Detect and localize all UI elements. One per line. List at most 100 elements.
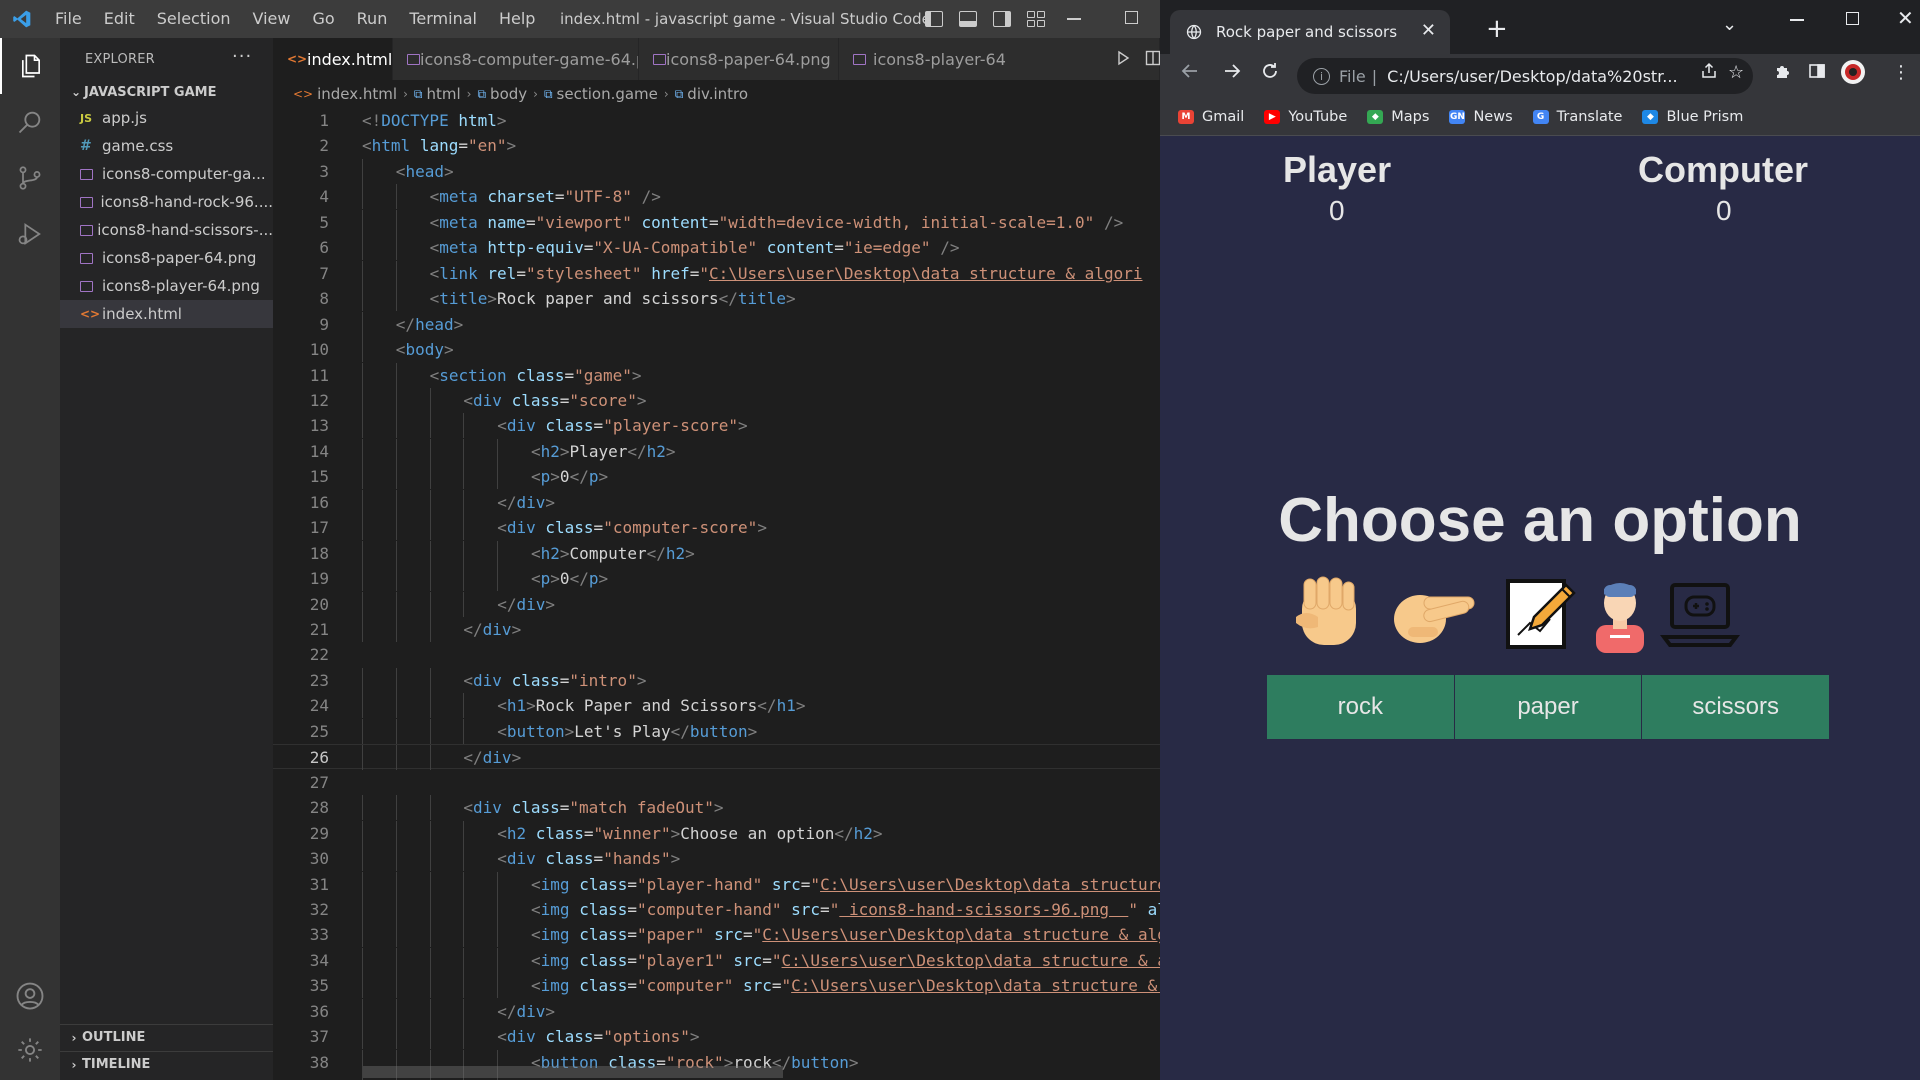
code-token: Computer [569,543,647,563]
menu-selection[interactable]: Selection [146,0,242,38]
code-token: title [737,289,787,309]
breadcrumb-item[interactable]: body [490,85,527,103]
code-line: 16 </div> [273,489,1160,515]
maximize-icon[interactable] [1125,11,1138,24]
file-item[interactable]: icons8-paper-64.png [60,244,273,272]
explorer-more-actions-button[interactable]: ··· [232,46,252,67]
new-tab-button[interactable]: + [1486,14,1508,44]
bookmark-item[interactable]: M Gmail [1178,109,1244,125]
forward-arrow-icon[interactable] [1222,61,1242,87]
profile-avatar[interactable] [1840,59,1866,90]
bookmark-star-icon[interactable]: ☆ [1728,62,1744,83]
code-token: "X-UA-Compatible" [593,238,758,258]
extensions-icon[interactable] [1774,62,1792,85]
bookmark-item[interactable]: G Translate [1532,109,1622,125]
line-number: 12 [309,390,329,410]
timeline-section[interactable]: › TIMELINE [60,1051,273,1077]
share-icon[interactable] [1700,62,1718,85]
indent-guide [395,209,397,235]
search-icon[interactable] [0,94,60,150]
toggle-panel-icon[interactable] [959,11,977,27]
editor-tab[interactable]: icons8-paper-64.png [639,38,839,80]
breadcrumb-item[interactable]: div.intro [687,85,748,103]
code-token: = [742,925,753,945]
indent-guide [362,718,363,744]
file-item[interactable]: # game.css [60,132,273,160]
menu-terminal[interactable]: Terminal [398,0,488,38]
side-panel-icon[interactable] [1808,62,1826,85]
chevron-right-icon: › [71,1057,77,1072]
chevron-right-icon: › [403,87,408,101]
file-item[interactable]: JS app.js [60,104,273,132]
menu-help[interactable]: Help [488,0,546,38]
toggle-secondary-sidebar-icon[interactable] [993,11,1011,27]
code-token: src [791,899,821,919]
line-number: 7 [319,263,329,283]
code-text: <meta name="viewport" content="width=dev… [430,210,1124,235]
code-token: > [598,467,609,487]
workspace-folder[interactable]: ⌄ JAVASCRIPT GAME [60,80,273,104]
browser-tab[interactable]: Rock paper and scissors ✕ [1170,10,1450,54]
code-text: <div class="intro"> [463,668,646,693]
file-item[interactable]: icons8-computer-ga... [60,160,273,188]
editor-tab[interactable]: icons8-computer-game-64.png [393,38,639,80]
menu-run[interactable]: Run [346,0,399,38]
minimize-icon[interactable] [1067,18,1081,20]
paper-button[interactable]: paper [1454,675,1642,739]
accounts-icon[interactable] [0,968,60,1024]
settings-gear-icon[interactable] [0,1022,60,1078]
code-token: img [540,874,570,894]
code-token: h1 [506,696,527,716]
bookmark-item[interactable]: ◆ Maps [1367,109,1429,125]
menu-edit[interactable]: Edit [93,0,146,38]
customize-layout-icon[interactable] [1027,11,1045,27]
scissors-button[interactable]: scissors [1642,675,1830,739]
horizontal-scrollbar[interactable] [363,1066,783,1078]
source-control-icon[interactable] [0,150,60,206]
tab-search-chevron-icon[interactable]: ⌄ [1722,14,1737,35]
editor-tab[interactable]: icons8-player-64 [839,38,1160,80]
code-token: div [473,670,502,690]
rock-button[interactable]: rock [1267,675,1454,739]
code-token: = [627,925,637,945]
code-token: "winner" [593,823,671,843]
file-item[interactable]: icons8-player-64.png [60,272,273,300]
breadcrumb-item[interactable]: section.game [557,85,658,103]
chrome-close-icon[interactable]: ✕ [1897,6,1914,30]
outline-section[interactable]: › OUTLINE [60,1024,273,1050]
code-token: button [506,721,565,741]
site-info-icon[interactable]: i [1313,67,1330,85]
file-item[interactable]: <> index.html [60,300,273,328]
bookmark-item[interactable]: ◆ Blue Prism [1642,109,1743,125]
code-token: http-equiv [487,238,584,258]
menu-view[interactable]: View [242,0,302,38]
indent-guide [362,158,363,184]
code-editor[interactable]: 1 <!DOCTYPE html> 2 <html lang="en"> 3 <head>… [273,108,1160,1080]
menu-file[interactable]: File [44,0,93,38]
breadcrumb-item[interactable]: index.html [317,85,397,103]
image-file-icon [80,168,102,181]
code-line: 19 <p>0</p> [273,566,1160,592]
run-file-icon[interactable] [1115,50,1131,66]
explorer-icon[interactable] [0,38,60,94]
editor-tab[interactable]: <>index.html✕ [273,38,393,80]
file-item[interactable]: icons8-hand-rock-96.... [60,188,273,216]
back-arrow-icon[interactable] [1180,61,1200,87]
run-and-debug-icon[interactable] [0,206,60,262]
bookmark-item[interactable]: ▶ YouTube [1264,109,1347,125]
chrome-minimize-icon[interactable] [1790,19,1804,21]
address-bar[interactable]: i File | C:/Users/user/Desktop/data%20st… [1297,58,1753,94]
reload-icon[interactable] [1260,61,1280,87]
file-item[interactable]: icons8-hand-scissors-... [60,216,273,244]
menu-go[interactable]: Go [301,0,345,38]
toggle-primary-sidebar-icon[interactable] [925,11,943,27]
bookmark-item[interactable]: GN News [1449,109,1513,125]
chrome-menu-icon[interactable]: ⋮ [1892,62,1910,83]
split-editor-icon[interactable] [1145,50,1161,66]
chrome-maximize-icon[interactable] [1846,12,1859,25]
close-tab-icon[interactable]: ✕ [1421,20,1436,41]
line-number: 32 [309,899,329,919]
breadcrumb-item[interactable]: html [426,85,460,103]
